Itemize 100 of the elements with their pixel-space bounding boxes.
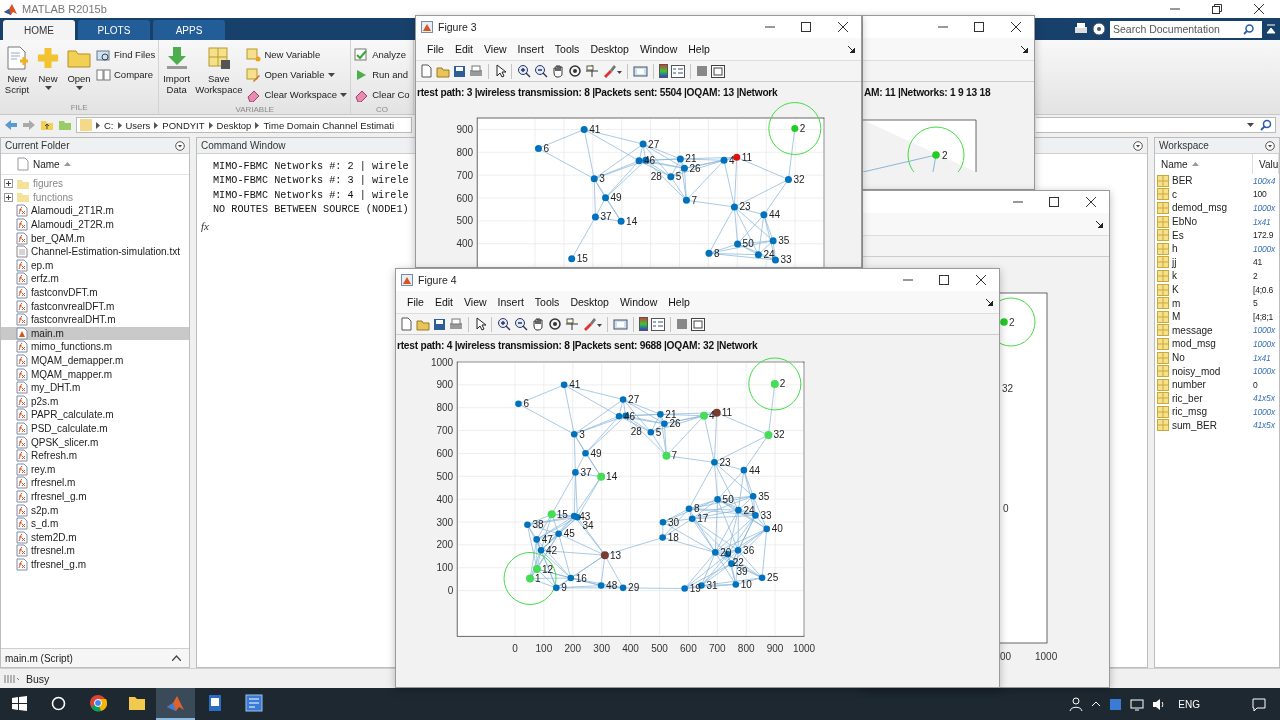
collapse-ribbon-icon[interactable]	[1266, 24, 1276, 34]
new-file-icon[interactable]	[400, 317, 413, 331]
ribbon-button[interactable]: Import Data	[161, 45, 193, 95]
file-row[interactable]: p2s.m	[1, 394, 189, 409]
new-file-icon[interactable]	[420, 64, 433, 78]
printer-icon[interactable]	[1074, 22, 1088, 36]
menu-item[interactable]: View	[459, 296, 492, 308]
ribbon-button[interactable]: Clear Co	[353, 85, 411, 104]
file-row[interactable]: tfresnel.m	[1, 544, 189, 558]
brush-icon[interactable]	[582, 317, 602, 331]
restore-icon[interactable]	[1212, 4, 1222, 14]
panel-menu-icon[interactable]	[175, 140, 185, 151]
ribbon-button[interactable]: New	[33, 45, 63, 90]
back-arrow-icon[interactable]	[4, 119, 18, 131]
print-icon[interactable]	[469, 64, 483, 78]
app-window-icon[interactable]	[244, 694, 263, 712]
colorbar-icon[interactable]	[639, 317, 648, 331]
language-indicator[interactable]: ENG	[1178, 698, 1200, 710]
close-icon[interactable]	[837, 22, 848, 32]
menu-item[interactable]: File	[422, 43, 449, 55]
search-field[interactable]: Search Documentation	[1110, 20, 1262, 38]
file-row[interactable]: s_d.m	[1, 516, 189, 531]
ribbon-tab[interactable]: HOME	[3, 20, 75, 40]
file-row[interactable]: rfresnel.m	[1, 476, 189, 490]
file-row[interactable]: Refresh.m	[1, 448, 189, 463]
maximize-icon[interactable]	[974, 22, 984, 32]
ribbon-button[interactable]: Run and	[353, 65, 411, 84]
menu-item[interactable]: Insert	[492, 296, 529, 308]
file-row[interactable]: ber_QAM.m	[1, 231, 189, 245]
column-header[interactable]: Name	[1161, 158, 1188, 170]
menu-item[interactable]: File	[402, 296, 429, 308]
expand-icon[interactable]	[4, 179, 13, 189]
menu-item[interactable]: Edit	[429, 296, 458, 308]
file-row[interactable]: erfz.m	[1, 272, 189, 286]
file-row[interactable]: PAPR_calculate.m	[1, 408, 189, 422]
colorbar-icon[interactable]	[659, 64, 668, 78]
save-icon[interactable]	[453, 64, 466, 78]
file-row[interactable]: s2p.m	[1, 503, 189, 517]
panel-menu-icon[interactable]	[1133, 140, 1143, 151]
frame-icon[interactable]	[691, 317, 705, 331]
file-row[interactable]: tfresnel_g.m	[1, 557, 189, 572]
maximize-icon[interactable]	[939, 275, 949, 285]
document-icon[interactable]	[206, 694, 223, 712]
dock-arrow-icon[interactable]	[848, 45, 855, 53]
ribbon-button[interactable]: Compare	[95, 65, 157, 84]
open-folder-icon[interactable]	[416, 317, 430, 331]
ribbon-tab[interactable]: PLOTS	[78, 20, 150, 40]
hand-icon[interactable]	[551, 64, 565, 78]
menu-item[interactable]: Tools	[549, 43, 585, 55]
file-row[interactable]: Alamoudi_2T2R.m	[1, 217, 189, 232]
file-row[interactable]: mimo_functions.m	[1, 340, 189, 354]
expand-icon[interactable]	[4, 192, 13, 202]
dock-arrow-icon[interactable]	[986, 298, 993, 306]
close-icon[interactable]	[975, 275, 986, 285]
file-row[interactable]: MQAM_demapper.m	[1, 353, 189, 368]
ribbon-button[interactable]: Open	[64, 45, 94, 90]
caret-up-icon[interactable]	[172, 655, 181, 661]
file-row[interactable]: figures	[1, 177, 189, 191]
ribbon-button[interactable]: Save Workspace	[193, 45, 245, 95]
dock-arrow-icon[interactable]	[1021, 45, 1028, 53]
menu-item[interactable]: Edit	[449, 43, 478, 55]
address-field-end[interactable]	[1036, 117, 1276, 133]
menu-item[interactable]: Desktop	[565, 296, 614, 308]
zoom-out-icon[interactable]	[534, 64, 548, 78]
print-icon[interactable]	[449, 317, 463, 331]
file-row[interactable]: QPSK_slicer.m	[1, 435, 189, 449]
square-icon[interactable]	[696, 65, 708, 77]
file-row[interactable]: my_DHT.m	[1, 380, 189, 395]
menu-item[interactable]: View	[479, 43, 512, 55]
path-crumb[interactable]: PONDYIT	[162, 119, 205, 131]
zoom-out-icon[interactable]	[514, 317, 528, 331]
menu-item[interactable]: Desktop	[585, 43, 634, 55]
file-row[interactable]: Alamoudi_2T1R.m	[1, 204, 189, 218]
zoom-in-icon[interactable]	[497, 317, 511, 331]
file-row[interactable]: fastconvrealDFT.m	[1, 299, 189, 313]
column-header[interactable]: Name	[33, 158, 60, 170]
legend-icon[interactable]	[651, 317, 665, 331]
maximize-icon[interactable]	[1049, 197, 1059, 207]
menu-item[interactable]: Window	[634, 43, 683, 55]
peak-logo-icon[interactable]	[166, 695, 185, 711]
file-row[interactable]: ep.m	[1, 258, 189, 273]
path-field[interactable]: C: Users PONDYIT Desktop Time Domain Channel Estimati	[76, 117, 412, 133]
file-row[interactable]: PSD_calculate.m	[1, 421, 189, 436]
ribbon-tab[interactable]: APPS	[153, 20, 225, 40]
file-row[interactable]: fastconvrealDHT.m	[1, 312, 189, 327]
close-icon[interactable]	[1010, 22, 1021, 32]
tray-app-icon[interactable]	[1109, 697, 1123, 711]
up-folder-icon[interactable]	[40, 119, 54, 131]
file-row[interactable]: main.m	[1, 326, 189, 341]
browser-icon[interactable]	[88, 694, 107, 712]
ribbon-button[interactable]: Clear Workspace	[245, 85, 349, 104]
column-header[interactable]: Valu	[1259, 158, 1279, 170]
dock-arrow-icon[interactable]	[1096, 220, 1103, 228]
save-icon[interactable]	[433, 317, 446, 331]
ribbon-button[interactable]: New Variable	[245, 45, 349, 64]
person-icon[interactable]	[1069, 697, 1084, 711]
file-row[interactable]: fastconvDFT.m	[1, 285, 189, 300]
pointer-icon[interactable]	[474, 317, 486, 331]
pointer-icon[interactable]	[494, 64, 506, 78]
ribbon-button[interactable]: Analyze	[353, 45, 411, 64]
